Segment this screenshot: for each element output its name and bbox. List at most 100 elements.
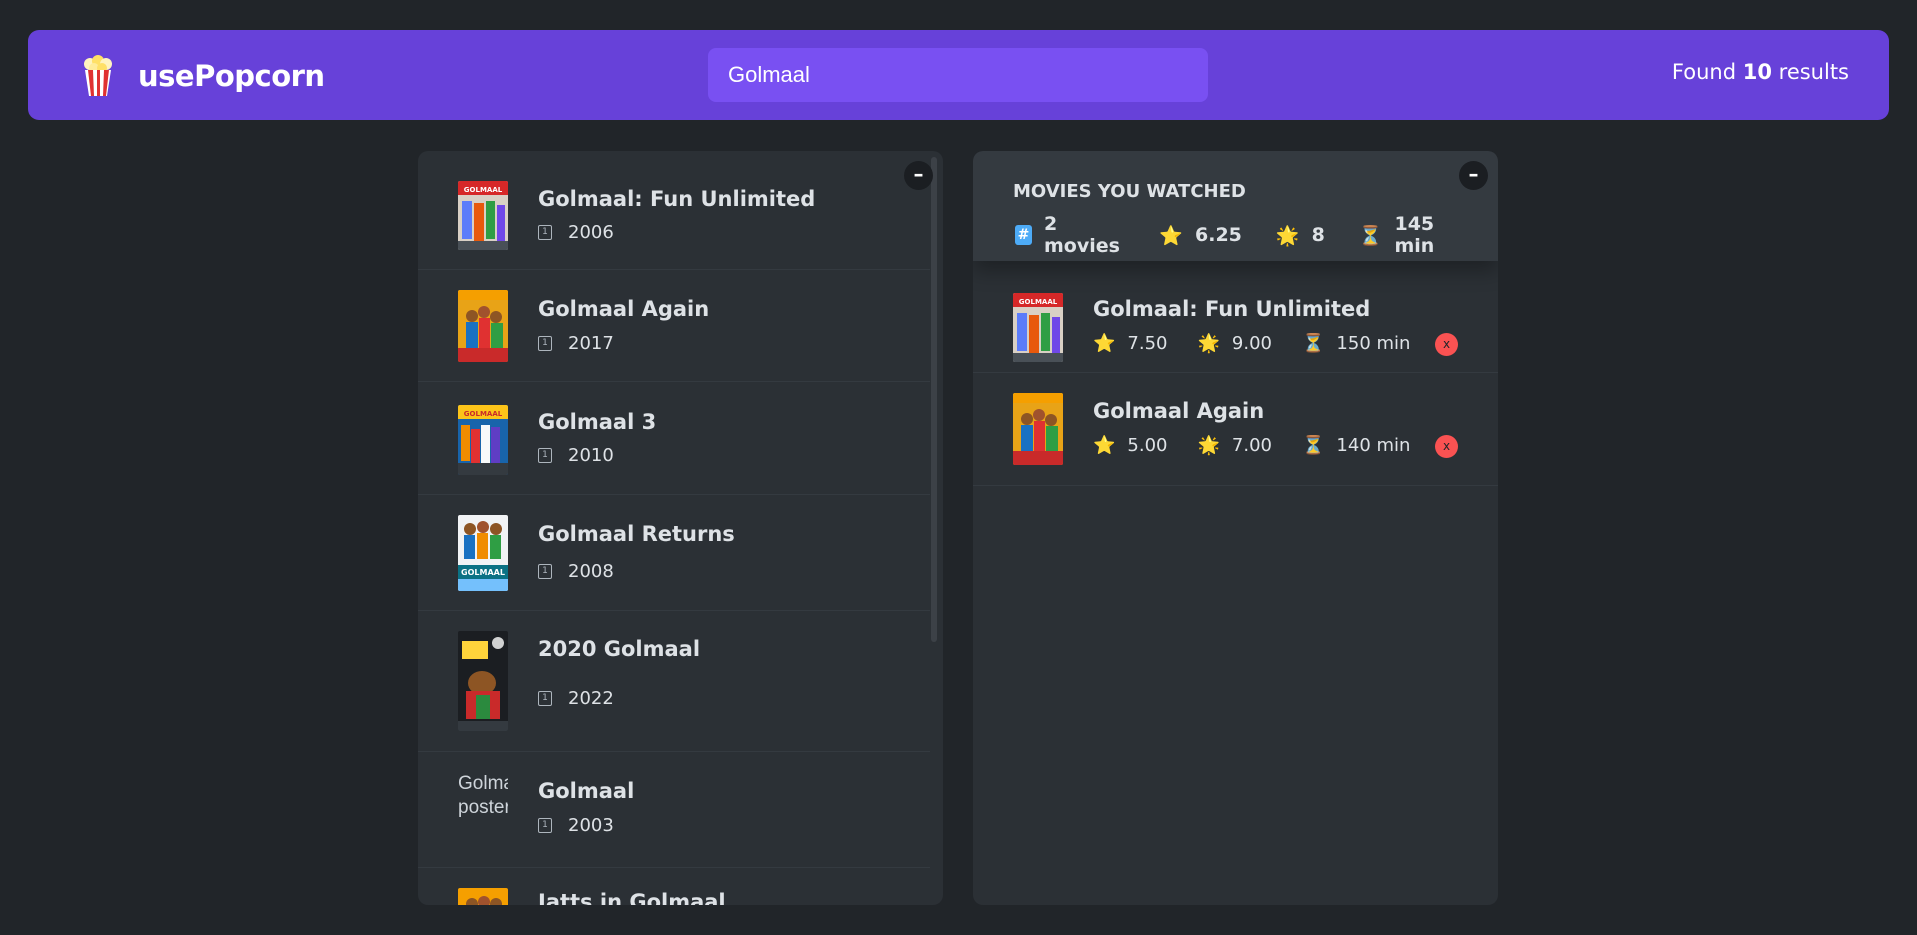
star-icon: ⭐	[1093, 435, 1116, 456]
movie-poster	[458, 631, 508, 731]
imdb-average: 6.25	[1195, 224, 1242, 246]
movie-title: Golmaal: Fun Unlimited	[538, 187, 816, 211]
movie-year: 1 2006	[538, 222, 614, 243]
runtime: 150 min	[1336, 333, 1411, 354]
list-item[interactable]: 2020 Golmaal 1 2022	[418, 611, 930, 752]
summary-stats: # 2 movies ⭐ 6.25 🌟 8 ⏳ 145 min	[1015, 213, 1498, 257]
movie-year: 1 2003	[538, 815, 614, 836]
stat-runtime: ⏳ 150 min	[1302, 333, 1410, 354]
list-item[interactable]: Jatts in Golmaal	[418, 868, 930, 905]
watched-summary: MOVIES YOU WATCHED # 2 movies ⭐ 6.25 🌟 8…	[973, 151, 1498, 261]
year-value: 2006	[568, 222, 614, 243]
svg-text:GOLMAAL: GOLMAAL	[464, 186, 503, 194]
year-value: 2010	[568, 445, 614, 466]
list-item[interactable]: GOLMAAL Golmaal Returns 1 2008	[418, 495, 930, 611]
imdb-rating: 7.50	[1127, 333, 1168, 354]
stat-imdb: ⭐ 6.25	[1159, 224, 1242, 247]
hash-icon: #	[1015, 225, 1032, 245]
stat-imdb: ⭐ 5.00	[1093, 435, 1168, 456]
year-value: 2022	[568, 688, 614, 709]
movie-title: Golmaal Again	[538, 297, 710, 321]
collapse-list-button[interactable]: –	[904, 161, 933, 190]
movie-year: 1 2022	[538, 688, 614, 709]
movie-title: Golmaal	[538, 779, 635, 803]
calendar-icon: 1	[538, 225, 552, 240]
watched-item: GOLMAAL Golmaal: Fun Unlimited ⭐ 7.50 🌟 …	[973, 261, 1498, 373]
app-title: usePopcorn	[138, 59, 325, 93]
delete-button[interactable]: x	[1435, 435, 1458, 458]
count-value: 2 movies	[1043, 213, 1120, 257]
runtime-average: 145 min	[1394, 213, 1435, 257]
user-average: 8	[1311, 224, 1325, 246]
stat-imdb: ⭐ 7.50	[1093, 333, 1168, 354]
movie-title: 2020 Golmaal	[538, 637, 701, 661]
calendar-icon: 1	[538, 448, 552, 463]
list-item[interactable]: Golmaal Again 1 2017	[418, 270, 930, 382]
calendar-icon: 1	[538, 691, 552, 706]
watched-item: Golmaal Again ⭐ 5.00 🌟 7.00 ⏳ 140 min x	[973, 373, 1498, 486]
movie-stats: ⭐ 5.00 🌟 7.00 ⏳ 140 min	[1093, 435, 1440, 456]
list-item[interactable]: GOLMAAL Golmaal 3 1 2010	[418, 382, 930, 495]
results-prefix: Found	[1671, 60, 1737, 84]
movie-poster	[458, 888, 508, 905]
user-rating: 9.00	[1231, 333, 1272, 354]
glowing-star-icon: 🌟	[1197, 333, 1220, 354]
hourglass-icon: ⏳	[1358, 224, 1383, 247]
movie-year: 1 2017	[538, 333, 614, 354]
imdb-rating: 5.00	[1127, 435, 1168, 456]
stat-user: 🌟 7.00	[1198, 435, 1273, 456]
stat-user: 🌟 9.00	[1198, 333, 1273, 354]
movie-poster: GOLMAAL	[458, 515, 508, 591]
movie-title: Golmaal 3	[538, 410, 657, 434]
watched-box: MOVIES YOU WATCHED # 2 movies ⭐ 6.25 🌟 8…	[973, 151, 1498, 905]
hourglass-icon: ⏳	[1302, 333, 1325, 354]
list-item[interactable]: Golmaal poster Golmaal 1 2003	[418, 752, 930, 868]
stat-count: # 2 movies	[1015, 213, 1125, 257]
stat-runtime: ⏳ 145 min	[1359, 213, 1464, 257]
collapse-watched-button[interactable]: –	[1459, 161, 1488, 190]
search-input[interactable]	[708, 48, 1208, 102]
svg-text:GOLMAAL: GOLMAAL	[461, 568, 505, 577]
movie-poster: GOLMAAL	[1013, 293, 1063, 362]
movie-title: Jatts in Golmaal	[538, 890, 726, 905]
year-value: 2008	[568, 561, 614, 582]
glowing-star-icon: 🌟	[1275, 224, 1300, 247]
star-icon: ⭐	[1159, 224, 1184, 247]
movie-poster	[458, 290, 508, 362]
results-suffix: results	[1778, 60, 1849, 84]
runtime: 140 min	[1336, 435, 1411, 456]
list-scrollbar[interactable]	[931, 157, 937, 642]
navbar: usePopcorn Found 10 results	[28, 30, 1889, 120]
movie-title: Golmaal Again	[1093, 399, 1265, 423]
list-item[interactable]: GOLMAAL Golmaal: Fun Unlimited 1 2006	[418, 151, 930, 270]
calendar-icon: 1	[538, 564, 552, 579]
user-rating: 7.00	[1231, 435, 1272, 456]
glowing-star-icon: 🌟	[1197, 435, 1220, 456]
year-value: 2003	[568, 815, 614, 836]
calendar-icon: 1	[538, 818, 552, 833]
logo: usePopcorn	[78, 54, 325, 98]
year-value: 2017	[568, 333, 614, 354]
movie-poster: GOLMAAL	[458, 181, 508, 250]
broken-image-placeholder: Golmaal poster	[458, 773, 508, 818]
watched-heading: MOVIES YOU WATCHED	[1013, 181, 1246, 202]
svg-text:GOLMAAL: GOLMAAL	[1019, 298, 1058, 306]
stat-runtime: ⏳ 140 min	[1302, 435, 1410, 456]
movie-poster	[1013, 393, 1063, 465]
delete-button[interactable]: x	[1435, 333, 1458, 356]
star-icon: ⭐	[1093, 333, 1116, 354]
movie-year: 1 2008	[538, 561, 614, 582]
movie-title: Golmaal Returns	[538, 522, 735, 546]
movie-poster: GOLMAAL	[458, 405, 508, 475]
hourglass-icon: ⏳	[1302, 435, 1325, 456]
movie-year: 1 2010	[538, 445, 614, 466]
movie-stats: ⭐ 7.50 🌟 9.00 ⏳ 150 min	[1093, 333, 1440, 354]
movie-title: Golmaal: Fun Unlimited	[1093, 297, 1371, 321]
stat-user: 🌟 8	[1276, 224, 1325, 247]
results-number: 10	[1742, 60, 1772, 84]
calendar-icon: 1	[538, 336, 552, 351]
svg-text:GOLMAAL: GOLMAAL	[464, 410, 503, 418]
results-count: Found 10 results	[1672, 60, 1849, 84]
movie-list-box: – GOLMAAL Golmaal: Fun Unlimited 1 2006	[418, 151, 943, 905]
popcorn-icon	[78, 54, 118, 98]
